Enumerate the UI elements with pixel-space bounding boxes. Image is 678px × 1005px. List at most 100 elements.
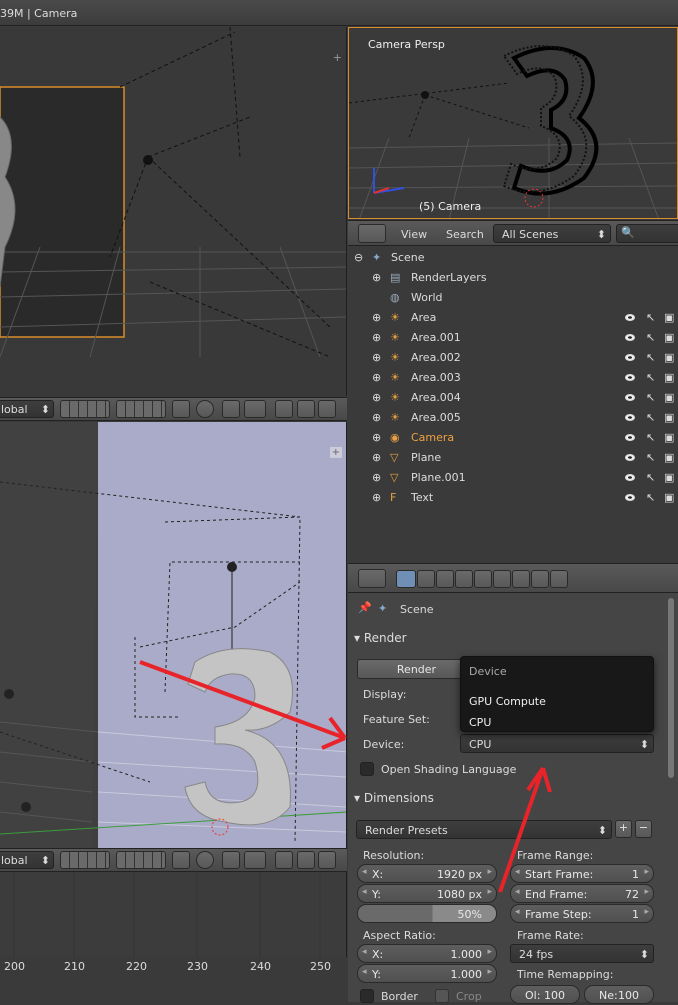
expand-icon[interactable]: ⊕	[372, 491, 381, 504]
expand-icon[interactable]: ⊕	[372, 471, 381, 484]
select-cursor-icon[interactable]: ↖	[646, 471, 655, 484]
render-camera-icon[interactable]: ▣	[664, 371, 674, 384]
dimensions-panel-header[interactable]: ▾ Dimensions	[354, 791, 434, 805]
visibility-eye-icon[interactable]	[625, 454, 635, 461]
camera-icon-2[interactable]	[297, 851, 315, 869]
layer-grid-1[interactable]	[60, 400, 110, 418]
layer-grid-2[interactable]	[116, 400, 166, 418]
outliner-item-row[interactable]: ⊕ ☀ Area.005 ↖ ▣	[348, 408, 678, 428]
visibility-eye-icon[interactable]	[625, 414, 635, 421]
render-icon-2[interactable]	[172, 851, 190, 869]
outliner-item-row[interactable]: ⊕ ☀ Area.003 ↖ ▣	[348, 368, 678, 388]
aspect-y-field[interactable]: ◂ Y: 1.000 ▸	[357, 964, 497, 983]
select-cursor-icon[interactable]: ↖	[646, 451, 655, 464]
outliner-item-row[interactable]: ⊕ ▽ Plane.001 ↖ ▣	[348, 468, 678, 488]
layer-grid-3[interactable]	[60, 851, 110, 869]
film-icon-2[interactable]	[318, 851, 336, 869]
outliner-item-row[interactable]: ⊕ ▽ Plane ↖ ▣	[348, 448, 678, 468]
orientation-dropdown-2[interactable]: lobal ⬍	[0, 851, 54, 869]
editor-type-button-2[interactable]	[358, 569, 386, 588]
snap-icon-2[interactable]	[222, 851, 240, 869]
expand-icon[interactable]: ⊕	[372, 271, 381, 284]
render-icon[interactable]	[172, 400, 190, 418]
device-dropdown[interactable]: CPU ⬍	[460, 734, 654, 753]
outliner-item-row[interactable]: ⊕ ☀ Area ↖ ▣	[348, 308, 678, 328]
render-camera-icon[interactable]: ▣	[664, 431, 674, 444]
orientation-dropdown[interactable]: lobal ⬍	[0, 400, 54, 418]
time-remap-new-field[interactable]: Ne: 100	[584, 985, 654, 1004]
outliner-item-row[interactable]: ⊕ ◉ Camera ↖ ▣	[348, 428, 678, 448]
end-frame-field[interactable]: ◂ End Frame: 72 ▸	[510, 884, 654, 903]
expand-icon[interactable]: ⊕	[372, 371, 381, 384]
time-remap-old-field[interactable]: Ol: 100	[510, 985, 580, 1004]
snap-target-icon[interactable]	[244, 400, 266, 418]
aspect-x-field[interactable]: ◂ X: 1.000 ▸	[357, 944, 497, 963]
outliner-item-row[interactable]: ⊕ ▤ RenderLayers	[348, 268, 678, 288]
crop-checkbox[interactable]	[435, 989, 449, 1003]
expand-icon[interactable]: ⊕	[372, 311, 381, 324]
collapse-icon[interactable]: ⊖	[354, 251, 363, 264]
expand-icon[interactable]: ⊕	[372, 431, 381, 444]
select-cursor-icon[interactable]: ↖	[646, 351, 655, 364]
visibility-eye-icon[interactable]	[625, 374, 635, 381]
constraints-tab-icon[interactable]	[493, 570, 511, 588]
snap-target-icon-2[interactable]	[244, 851, 266, 869]
search-field[interactable]: 🔍	[616, 224, 678, 243]
menu-search[interactable]: Search	[446, 228, 484, 241]
editor-type-button[interactable]	[358, 224, 386, 243]
outliner-item-row[interactable]: ⊕ F Text ↖ ▣	[348, 488, 678, 508]
outliner-item-row[interactable]: ⊕ ☀ Area.004 ↖ ▣	[348, 388, 678, 408]
select-cursor-icon[interactable]: ↖	[646, 391, 655, 404]
expand-icon[interactable]: ⊕	[372, 351, 381, 364]
render-presets-dropdown[interactable]: Render Presets ⬍	[356, 820, 612, 839]
expand-icon[interactable]: ⊕	[372, 331, 381, 344]
resolution-x-field[interactable]: ◂ X: 1920 px ▸	[357, 864, 497, 883]
visibility-eye-icon[interactable]	[625, 314, 635, 321]
expand-icon[interactable]: ⊕	[372, 451, 381, 464]
proportional-icon-2[interactable]	[196, 851, 214, 869]
select-cursor-icon[interactable]: ↖	[646, 491, 655, 504]
world-tab-icon[interactable]	[455, 570, 473, 588]
film-icon[interactable]	[318, 400, 336, 418]
render-panel-header[interactable]: ▾ Render	[354, 631, 407, 645]
frame-rate-dropdown[interactable]: 24 fps ⬍	[510, 944, 654, 963]
start-frame-field[interactable]: ◂ Start Frame: 1 ▸	[510, 864, 654, 883]
pin-icon[interactable]: 📌	[358, 601, 372, 614]
timeline[interactable]: 200 210 220 230 240 250	[0, 872, 347, 1002]
outliner-item-row[interactable]: ⊕ ☀ Area.001 ↖ ▣	[348, 328, 678, 348]
viewport-camera-view[interactable]: +	[0, 27, 347, 396]
camera-icon[interactable]	[297, 400, 315, 418]
visibility-eye-icon[interactable]	[625, 354, 635, 361]
proportional-icon[interactable]	[196, 400, 214, 418]
select-cursor-icon[interactable]: ↖	[646, 431, 655, 444]
data-tab-icon[interactable]	[531, 570, 549, 588]
frame-step-field[interactable]: ◂ Frame Step: 1 ▸	[510, 904, 654, 923]
layer-grid-4[interactable]	[116, 851, 166, 869]
expand-icon[interactable]: ⊕	[372, 391, 381, 404]
render-camera-icon[interactable]: ▣	[664, 471, 674, 484]
remove-preset-button[interactable]: −	[635, 820, 652, 838]
render-camera-icon[interactable]: ▣	[664, 331, 674, 344]
visibility-eye-icon[interactable]	[625, 334, 635, 341]
render-camera-icon[interactable]: ▣	[664, 391, 674, 404]
select-cursor-icon[interactable]: ↖	[646, 411, 655, 424]
modifiers-tab-icon[interactable]	[512, 570, 530, 588]
render-camera-icon[interactable]: ▣	[664, 491, 674, 504]
outliner-item-row[interactable]: ⊕ ☀ Area.002 ↖ ▣	[348, 348, 678, 368]
overlay-icon-2[interactable]	[275, 851, 293, 869]
texture-tab-icon[interactable]	[550, 570, 568, 588]
snap-icon[interactable]	[222, 400, 240, 418]
resolution-y-field[interactable]: ◂ Y: 1080 px ▸	[357, 884, 497, 903]
viewport-plus-icon[interactable]: +	[333, 51, 342, 64]
add-preset-button[interactable]: +	[615, 820, 632, 838]
resolution-percent-slider[interactable]: 50%	[357, 904, 497, 923]
render-camera-icon[interactable]: ▣	[664, 411, 674, 424]
menu-view[interactable]: View	[401, 228, 427, 241]
select-cursor-icon[interactable]: ↖	[646, 371, 655, 384]
display-mode-dropdown[interactable]: All Scenes ⬍	[493, 224, 611, 243]
select-cursor-icon[interactable]: ↖	[646, 311, 655, 324]
expand-icon[interactable]: ⊕	[372, 411, 381, 424]
object-tab-icon[interactable]	[474, 570, 492, 588]
visibility-eye-icon[interactable]	[625, 434, 635, 441]
viewport-camera-persp[interactable]: Camera Persp (5) Camera	[348, 27, 678, 219]
